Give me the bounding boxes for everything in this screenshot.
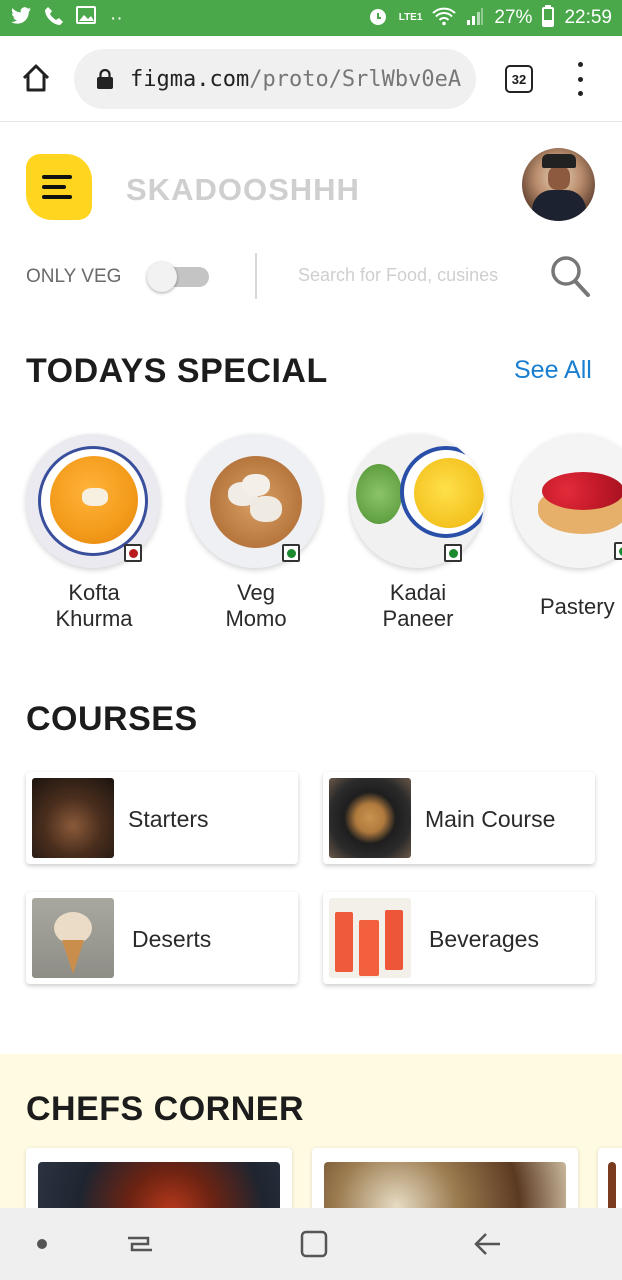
browser-toolbar: figma.com/proto/SrlWbv0eA 32 (0, 36, 622, 122)
search-input[interactable] (298, 260, 546, 290)
veg-indicator-icon (614, 542, 622, 560)
course-image (32, 778, 114, 858)
course-card-deserts[interactable]: Deserts (26, 892, 298, 984)
system-nav-bar (0, 1208, 622, 1280)
course-card-starters[interactable]: Starters (26, 772, 298, 864)
battery-percent: 27% (494, 7, 533, 28)
veg-indicator-icon (282, 544, 300, 562)
alarm-icon (367, 5, 389, 31)
hamburger-menu-button[interactable] (26, 154, 92, 220)
only-veg-label: ONLY VEG (26, 266, 122, 287)
phone-icon (44, 6, 64, 30)
url-text: figma.com/proto/SrlWbv0eA (130, 66, 462, 92)
dish-name: Kofta Khurma (55, 580, 133, 631)
dots-icon: ·· (110, 7, 123, 29)
image-icon (76, 6, 98, 30)
lock-icon (97, 69, 113, 89)
divider (255, 253, 257, 299)
home-nav-icon[interactable] (298, 1228, 330, 1260)
only-veg-toggle[interactable] (147, 262, 209, 292)
special-item-kadai-paneer[interactable]: Kadai Paneer (350, 434, 486, 632)
volte-icon: LTE1 (398, 12, 423, 23)
course-card-main-course[interactable]: Main Course (323, 772, 595, 864)
veg-indicator-icon (444, 544, 462, 562)
course-label: Deserts (132, 926, 212, 952)
signal-icon (466, 6, 484, 30)
course-image (329, 898, 411, 978)
todays-special-heading: TODAYS SPECIAL (26, 352, 328, 390)
dish-image (188, 434, 322, 568)
address-bar[interactable]: figma.com/proto/SrlWbv0eA (74, 49, 476, 109)
back-icon[interactable] (472, 1228, 504, 1260)
course-card-beverages[interactable]: Beverages (323, 892, 595, 984)
course-label: Main Course (425, 806, 556, 832)
special-item-veg-momo[interactable]: Veg Momo (188, 434, 324, 632)
browser-menu-icon[interactable] (570, 62, 590, 96)
tab-switcher-button[interactable]: 32 (505, 65, 533, 93)
battery-icon (542, 5, 555, 31)
special-item-kofta-khurma[interactable]: Kofta Khurma (26, 434, 162, 632)
status-bar: ·· LTE1 27% 22:59 (0, 0, 622, 36)
dish-name: Kadai Paneer (382, 580, 454, 631)
course-label: Beverages (429, 926, 539, 952)
course-image (32, 898, 114, 978)
clock: 22:59 (564, 7, 612, 28)
dish-image (512, 434, 622, 568)
wifi-icon (432, 6, 457, 30)
avatar[interactable] (522, 148, 595, 221)
assistant-dot-icon[interactable] (30, 1228, 62, 1260)
nonveg-indicator-icon (124, 544, 142, 562)
courses-heading: COURSES (26, 700, 198, 738)
twitter-icon (10, 7, 32, 29)
dish-image (350, 434, 484, 568)
search-icon[interactable] (549, 254, 591, 298)
see-all-link[interactable]: See All (514, 356, 592, 385)
course-label: Starters (128, 806, 209, 832)
special-item-pastery[interactable]: Pastery (512, 434, 622, 620)
home-icon[interactable] (18, 60, 54, 96)
dish-name: Veg Momo (225, 580, 287, 631)
brand-title: SKADOOSHHH (126, 172, 360, 207)
dish-name: Pastery (540, 594, 615, 619)
chefs-corner-heading: CHEFS CORNER (26, 1090, 305, 1128)
recents-icon[interactable] (124, 1228, 156, 1260)
course-image (329, 778, 411, 858)
